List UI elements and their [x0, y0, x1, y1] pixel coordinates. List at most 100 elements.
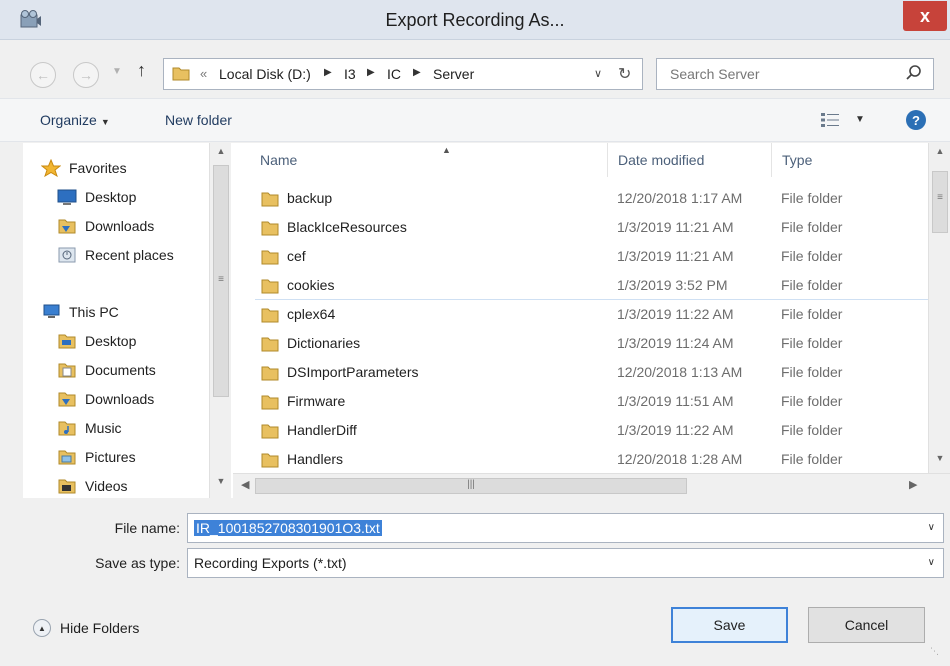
file-row[interactable]: DSImportParameters 12/20/2018 1:13 AM Fi…: [233, 358, 928, 387]
save-button[interactable]: Save: [671, 607, 788, 643]
nav-item-recent-places[interactable]: Recent places: [57, 242, 174, 268]
address-bar[interactable]: « Local Disk (D:) ▶ I3 ▶ IC ▶ Server ∨ ↻: [163, 58, 643, 90]
view-options-icon[interactable]: [820, 111, 844, 129]
chevron-down-icon[interactable]: ▼: [855, 114, 865, 125]
nav-item-this-pc[interactable]: This PC: [41, 299, 119, 325]
file-date: 12/20/2018 1:13 AM: [617, 364, 743, 380]
resize-grip-icon[interactable]: ⋱: [930, 646, 939, 657]
file-type: File folder: [781, 219, 843, 235]
save-as-type-select[interactable]: Recording Exports (*.txt) ∨: [187, 548, 944, 578]
breadcrumb-server[interactable]: Server: [433, 66, 474, 82]
navigation-pane[interactable]: Favorites Desktop Downloads Recent place…: [23, 143, 233, 498]
file-row[interactable]: BlackIceResources 1/3/2019 11:21 AM File…: [233, 213, 928, 242]
breadcrumb-local-disk[interactable]: Local Disk (D:): [219, 66, 311, 82]
scrollbar-thumb[interactable]: |||: [255, 478, 687, 494]
save-as-type-label: Save as type:: [95, 555, 180, 571]
scroll-right-arrow-icon[interactable]: ▶: [909, 478, 917, 491]
file-row[interactable]: backup 12/20/2018 1:17 AM File folder: [233, 184, 928, 213]
file-row[interactable]: Dictionaries 1/3/2019 11:24 AM File fold…: [233, 329, 928, 358]
file-row[interactable]: cookies 1/3/2019 3:52 PM File folder: [233, 271, 928, 300]
nav-item-desktop[interactable]: Desktop: [57, 184, 136, 210]
nav-item-videos[interactable]: Videos: [57, 473, 128, 498]
nav-item-downloads-pc[interactable]: Downloads: [57, 386, 154, 412]
organize-label: Organize: [40, 112, 97, 128]
column-header-label: Date modified: [618, 152, 705, 168]
folder-icon: [261, 366, 279, 381]
scrollbar-thumb[interactable]: ≡: [932, 171, 948, 233]
file-type: File folder: [781, 248, 843, 264]
scroll-up-arrow-icon[interactable]: ▲: [929, 146, 950, 164]
nav-item-documents[interactable]: Documents: [57, 357, 156, 383]
file-row[interactable]: cplex64 1/3/2019 11:22 AM File folder: [233, 300, 928, 329]
save-as-type-value: Recording Exports (*.txt): [194, 555, 347, 571]
back-button[interactable]: ←: [30, 62, 56, 88]
nav-item-desktop-pc[interactable]: Desktop: [57, 328, 136, 354]
chevron-down-icon[interactable]: ∨: [928, 557, 935, 568]
file-name-input[interactable]: IR_1001852708301901O3.txt: [194, 520, 382, 536]
file-list-horizontal-scrollbar[interactable]: ◀ ||| ▶: [233, 473, 950, 498]
scrollbar-thumb[interactable]: ≡: [213, 165, 229, 397]
forward-button[interactable]: →: [73, 62, 99, 88]
help-icon[interactable]: ?: [906, 110, 926, 130]
file-list[interactable]: Name ▲ Date modified Type backup 12/20/2…: [233, 143, 928, 473]
file-name: DSImportParameters: [287, 364, 419, 380]
file-date: 1/3/2019 3:52 PM: [617, 277, 728, 293]
chevron-down-icon[interactable]: ∨: [928, 522, 935, 533]
file-date: 1/3/2019 11:22 AM: [617, 306, 734, 322]
nav-item-label: Downloads: [85, 391, 155, 407]
file-type: File folder: [781, 393, 843, 409]
cancel-button[interactable]: Cancel: [808, 607, 925, 643]
chevron-down-icon[interactable]: ∨: [594, 67, 602, 80]
navigation-pane-scrollbar[interactable]: ▲ ≡ ▼: [209, 143, 231, 498]
organize-button[interactable]: Organize ▼: [40, 112, 110, 128]
star-icon: [41, 159, 61, 177]
nav-item-pictures[interactable]: Pictures: [57, 444, 136, 470]
scroll-down-arrow-icon[interactable]: ▼: [210, 476, 232, 494]
window-title: Export Recording As...: [385, 10, 565, 30]
scroll-down-arrow-icon[interactable]: ▼: [929, 453, 950, 471]
breadcrumb-i3[interactable]: I3: [344, 66, 356, 82]
file-date: 1/3/2019 11:24 AM: [617, 335, 734, 351]
new-folder-button[interactable]: New folder: [165, 112, 232, 128]
file-name: Handlers: [287, 451, 344, 467]
folder-icon: [261, 192, 279, 207]
file-date: 12/20/2018 1:28 AM: [617, 451, 743, 467]
refresh-icon[interactable]: ↻: [618, 64, 631, 84]
forward-arrow-icon: →: [79, 67, 93, 83]
file-list-vertical-scrollbar[interactable]: ▲ ≡ ▼: [928, 143, 950, 473]
scroll-left-arrow-icon[interactable]: ◀: [241, 478, 249, 491]
desktop-icon: [57, 189, 77, 205]
nav-item-label: Pictures: [85, 449, 136, 465]
search-input[interactable]: Search Server: [670, 66, 759, 82]
search-icon[interactable]: [905, 64, 923, 82]
hide-folders-button[interactable]: ▲ Hide Folders: [33, 619, 139, 637]
column-header-type[interactable]: Type: [772, 143, 928, 177]
nav-item-downloads[interactable]: Downloads: [57, 213, 154, 239]
column-header-date-modified[interactable]: Date modified: [608, 143, 772, 177]
file-type: File folder: [781, 306, 843, 322]
pictures-icon: [58, 450, 76, 465]
downloads-icon: [58, 219, 76, 234]
address-prefix: «: [200, 66, 208, 81]
column-header-name[interactable]: Name ▲: [250, 143, 608, 177]
nav-item-music[interactable]: Music: [57, 415, 122, 441]
recent-places-icon: [58, 247, 76, 263]
column-header-label: Name: [260, 152, 298, 168]
chevron-right-icon[interactable]: ▶: [324, 67, 332, 78]
file-name-field[interactable]: IR_1001852708301901O3.txt ∨: [187, 513, 944, 543]
grip-icon: ≡: [937, 192, 943, 203]
search-box[interactable]: Search Server: [656, 58, 934, 90]
file-row[interactable]: Handlers 12/20/2018 1:28 AM File folder: [233, 445, 928, 473]
file-type: File folder: [781, 277, 843, 293]
chevron-right-icon[interactable]: ▶: [413, 67, 421, 78]
scroll-up-arrow-icon[interactable]: ▲: [210, 146, 232, 164]
breadcrumb-ic[interactable]: IC: [387, 66, 401, 82]
close-button[interactable]: x: [903, 1, 947, 31]
file-row[interactable]: cef 1/3/2019 11:21 AM File folder: [233, 242, 928, 271]
recent-locations-chevron-icon[interactable]: ▼: [112, 66, 122, 77]
file-row[interactable]: Firmware 1/3/2019 11:51 AM File folder: [233, 387, 928, 416]
chevron-right-icon[interactable]: ▶: [367, 67, 375, 78]
up-arrow-icon[interactable]: ↑: [137, 60, 146, 81]
nav-item-favorites[interactable]: Favorites: [41, 155, 127, 181]
file-row[interactable]: HandlerDiff 1/3/2019 11:22 AM File folde…: [233, 416, 928, 445]
